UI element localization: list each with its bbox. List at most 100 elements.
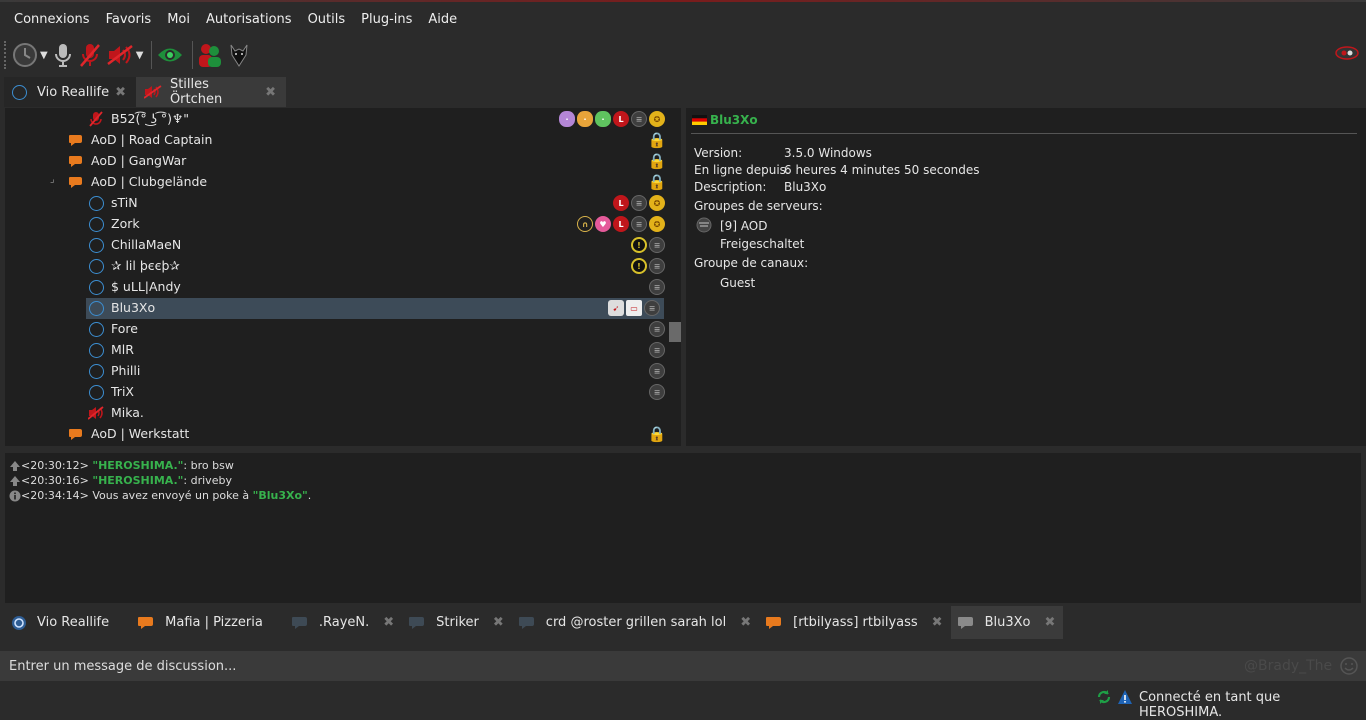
client-row[interactable]: B52(͡° ͜ʖ ͡°)♆" · · · L ≡ ✪ — [5, 109, 665, 130]
tree-scrollbar[interactable] — [667, 108, 681, 446]
server-tab-vio-reallife[interactable]: Vio Reallife ✖ — [4, 77, 136, 107]
client-row[interactable]: MlR ≡ — [5, 340, 665, 361]
client-row[interactable]: ChillaMaeN! ≡ — [5, 235, 665, 256]
group-icon: ≡ — [631, 195, 647, 211]
chevron-down-icon[interactable]: ▼ — [136, 50, 144, 61]
chat-tab-label: Mafia | Pizzeria — [165, 615, 263, 630]
close-icon[interactable]: ✖ — [1044, 615, 1055, 630]
channel-icon — [68, 153, 84, 169]
close-icon[interactable]: ✖ — [932, 615, 943, 630]
close-icon[interactable]: ✖ — [740, 615, 751, 630]
menu-moi[interactable]: Moi — [159, 12, 198, 27]
channel-group-label: Groupe de canaux: — [694, 256, 809, 270]
chat-tab-label: crd @roster grillen sarah lol — [545, 615, 727, 630]
server-tab-label: Stilles Örtchen — [169, 77, 223, 107]
client-row[interactable]: Fore ≡ — [5, 319, 665, 340]
scrollbar-thumb[interactable] — [669, 322, 681, 342]
toolbar: ▼ ▼ — [0, 36, 1366, 74]
tree-item-label: AoD | Werkstatt — [91, 426, 190, 441]
close-icon[interactable]: ✖ — [383, 615, 394, 630]
channel-row[interactable]: AoD | Road Captain 🔒 — [5, 130, 667, 151]
client-row[interactable]: ✰ lil þєєþ✰! ≡ — [5, 256, 665, 277]
clock-icon — [13, 43, 37, 67]
eye-icon — [158, 48, 183, 62]
teamspeak-logo — [1335, 46, 1359, 60]
chat-message-input[interactable]: Entrer un message de discussion... @Brad… — [0, 651, 1366, 681]
client-row[interactable]: sTiN L ≡ ✪ — [5, 193, 665, 214]
menu-connexions[interactable]: Connexions — [6, 12, 98, 27]
refresh-icon[interactable] — [1096, 689, 1112, 705]
online-since-value: 6 heures 4 minutes 50 secondes — [784, 163, 980, 177]
menu-autorisations[interactable]: Autorisations — [198, 12, 300, 27]
lock-icon: 🔒 — [647, 173, 667, 191]
ring-icon: ! — [631, 237, 647, 253]
channel-group-name: Guest — [720, 276, 756, 290]
channel-row[interactable]: ⌟ AoD | Clubgelände 🔒 — [5, 172, 667, 193]
group-icon: ≡ — [644, 300, 660, 316]
chat-bubble-icon — [518, 616, 536, 630]
badge-group: ≡ — [649, 279, 665, 295]
plugin-button[interactable] — [227, 40, 251, 70]
menu-plugins[interactable]: Plug-ins — [353, 12, 420, 27]
badge-group: ≡ — [649, 363, 665, 379]
tree-item-label: Zork — [111, 216, 140, 231]
badge-group: 🔒 — [648, 152, 667, 170]
l-icon: L — [613, 216, 629, 232]
group-icon: ≡ — [649, 384, 665, 400]
menu-outils[interactable]: Outils — [300, 12, 354, 27]
channel-icon — [68, 426, 84, 442]
chat-tab[interactable]: Vio Reallife — [5, 606, 131, 639]
chat-nickname[interactable]: "HEROSHIMA." — [92, 474, 183, 487]
status-bar: Connecté en tant que HEROSHIMA. — [0, 686, 1366, 720]
channel-row[interactable]: AoD | Werkstatt 🔒 — [5, 424, 666, 445]
group-icon: ≡ — [631, 216, 647, 232]
chat-tab[interactable]: Striker ✖ — [402, 606, 512, 639]
emoji-icon[interactable] — [1340, 657, 1358, 675]
close-icon[interactable]: ✖ — [115, 85, 126, 100]
toolbar-grip — [4, 41, 6, 69]
chat-tab[interactable]: [rtbilyass] rtbilyass ✖ — [759, 606, 950, 639]
close-icon[interactable]: ✖ — [265, 85, 276, 100]
client-row[interactable]: Blu3Xo ➹ ▭ ≡ — [86, 298, 664, 319]
chat-tab[interactable]: Blu3Xo ✖ — [950, 606, 1064, 639]
poke-icon: ➹ — [608, 300, 624, 316]
chat-tab[interactable]: Mafia | Pizzeria — [131, 606, 285, 639]
chat-tab[interactable]: .RayeN. ✖ — [285, 606, 402, 639]
client-row[interactable]: $ uLL|Andy ≡ — [5, 277, 665, 298]
contacts-button[interactable] — [197, 40, 223, 70]
tree-item-label: AoD | Clubgelände — [91, 174, 208, 189]
badge-group: 🔒 — [648, 131, 667, 149]
away-button[interactable]: ▼ — [12, 40, 48, 70]
menu-aide[interactable]: Aide — [420, 12, 465, 27]
menu-bar: Connexions Favoris Moi Autorisations Out… — [0, 2, 1366, 36]
client-status-icon — [88, 363, 104, 379]
menu-favoris[interactable]: Favoris — [98, 12, 160, 27]
server-tab-label: Vio Reallife — [37, 84, 110, 100]
chat-nickname[interactable]: "Blu3Xo" — [253, 489, 308, 502]
capture-button[interactable] — [52, 40, 74, 70]
badge-group: · · · L ≡ ✪ — [559, 111, 665, 127]
client-row[interactable]: Philli ≡ — [5, 361, 665, 382]
chevron-down-icon[interactable]: ▼ — [40, 50, 48, 61]
subscribe-button[interactable] — [156, 40, 184, 70]
expand-arrow-icon[interactable]: ⌟ — [50, 174, 55, 185]
client-row[interactable]: Zork ∩ ♥ L ≡ ✪ — [5, 214, 665, 235]
client-status-icon — [88, 258, 104, 274]
server-tab-stilles-ortchen[interactable]: Stilles Örtchen ✖ — [136, 77, 286, 107]
client-status-icon — [88, 279, 104, 295]
client-status-icon — [88, 321, 104, 337]
chat-tab[interactable]: crd @roster grillen sarah lol ✖ — [512, 606, 759, 639]
mute-mic-button[interactable] — [78, 40, 102, 70]
chat-text: : bro bsw — [183, 459, 234, 472]
channel-row[interactable]: AoD | GangWar 🔒 — [5, 151, 667, 172]
client-row[interactable]: TriX ≡ — [5, 382, 665, 403]
client-row[interactable]: Mika. — [5, 403, 665, 424]
badge-group: ! ≡ — [631, 258, 665, 274]
chat-time: <20:34:14> — [21, 489, 89, 502]
microphone-icon — [54, 44, 71, 67]
mute-speakers-button[interactable]: ▼ — [106, 40, 144, 70]
ring-icon: ! — [631, 258, 647, 274]
wolf-icon — [230, 44, 248, 67]
close-icon[interactable]: ✖ — [493, 615, 504, 630]
chat-nickname[interactable]: "HEROSHIMA." — [92, 459, 183, 472]
